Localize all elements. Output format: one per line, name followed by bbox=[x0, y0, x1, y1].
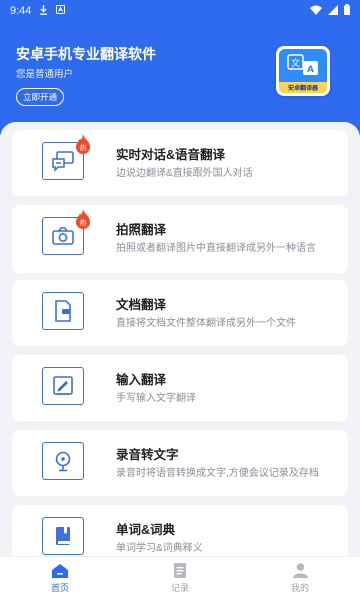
svg-text:文: 文 bbox=[291, 57, 300, 69]
svg-text:A: A bbox=[307, 65, 314, 75]
tab-label: 记录 bbox=[170, 583, 189, 593]
svg-text:热: 热 bbox=[80, 143, 87, 152]
user-icon bbox=[292, 563, 308, 578]
book-icon bbox=[42, 517, 84, 555]
feature-description: 拍照或者翻译图片中直接翻译成另外一种语言 bbox=[116, 243, 316, 254]
status-bar: 9:44 bbox=[0, 0, 360, 22]
tab-profile[interactable]: 我的 bbox=[240, 557, 360, 600]
svg-text:热: 热 bbox=[80, 218, 87, 227]
feature-card-photo-translate[interactable]: 热 拍照翻译 拍照或者翻译图片中直接翻译成另外一种语言 bbox=[12, 205, 348, 273]
microphone-icon bbox=[42, 442, 84, 480]
feature-title: 文档翻译 bbox=[116, 298, 167, 312]
feature-description: 录音时将语音转换成文字,方便会议记录及存档 bbox=[116, 468, 319, 479]
feature-title: 录音转文字 bbox=[116, 448, 179, 462]
document-icon bbox=[42, 292, 84, 330]
signal-icon bbox=[328, 4, 338, 18]
feature-description: 边说边翻译&直接跟外国人对话 bbox=[116, 168, 253, 179]
hot-badge: 热 bbox=[74, 209, 92, 229]
feature-title: 单词&词典 bbox=[116, 523, 176, 537]
hot-badge: 热 bbox=[74, 134, 92, 154]
bottom-tab-bar: 首页 记录 我的 bbox=[0, 556, 360, 600]
feature-card-record-to-text[interactable]: 录音转文字 录音时将语音转换成文字,方便会议记录及存档 bbox=[12, 430, 348, 496]
tab-label: 首页 bbox=[50, 582, 69, 593]
user-status-text: 您是普通用户 bbox=[16, 69, 74, 80]
translate-icon: 文 A bbox=[287, 54, 318, 75]
battery-icon bbox=[344, 4, 350, 18]
open-membership-button[interactable]: 立即开通 bbox=[16, 88, 64, 106]
download-icon bbox=[39, 4, 48, 18]
feature-description: 直接将文档文件整体翻译成另外一个文件 bbox=[116, 318, 296, 329]
feature-title: 拍照翻译 bbox=[116, 223, 167, 237]
status-time: 9:44 bbox=[10, 5, 32, 17]
feature-card-dictionary[interactable]: 单词&词典 单词学习&词典释义 bbox=[12, 505, 348, 556]
feature-card-realtime-dialogue[interactable]: 热 实时对话&语音翻译 边说边翻译&直接跟外国人对话 bbox=[12, 130, 348, 196]
app-notification-icon bbox=[56, 5, 66, 17]
feature-title: 实时对话&语音翻译 bbox=[116, 148, 226, 162]
feature-card-document-translate[interactable]: 文档翻译 直接将文档文件整体翻译成另外一个文件 bbox=[12, 280, 348, 346]
feature-description: 单词学习&词典释义 bbox=[116, 543, 203, 554]
home-icon bbox=[52, 563, 68, 578]
tab-home[interactable]: 首页 bbox=[0, 557, 120, 600]
tab-records[interactable]: 记录 bbox=[120, 557, 240, 600]
pen-input-icon bbox=[42, 367, 84, 405]
app-title: 安卓手机专业翻译软件 bbox=[16, 46, 156, 62]
record-icon bbox=[174, 563, 186, 578]
feature-description: 手写输入文字翻译 bbox=[116, 393, 196, 404]
feature-title: 输入翻译 bbox=[116, 373, 167, 387]
wifi-icon bbox=[310, 5, 322, 18]
logo-caption: 安卓翻译器 bbox=[279, 82, 327, 93]
tab-label: 我的 bbox=[290, 583, 309, 593]
app-logo: 文 A 安卓翻译器 bbox=[276, 46, 330, 96]
feature-card-input-translate[interactable]: 输入翻译 手写输入文字翻译 bbox=[12, 355, 348, 421]
feature-list: 热 实时对话&语音翻译 边说边翻译&直接跟外国人对话 热 拍照翻译 拍照或者翻译… bbox=[0, 122, 360, 556]
